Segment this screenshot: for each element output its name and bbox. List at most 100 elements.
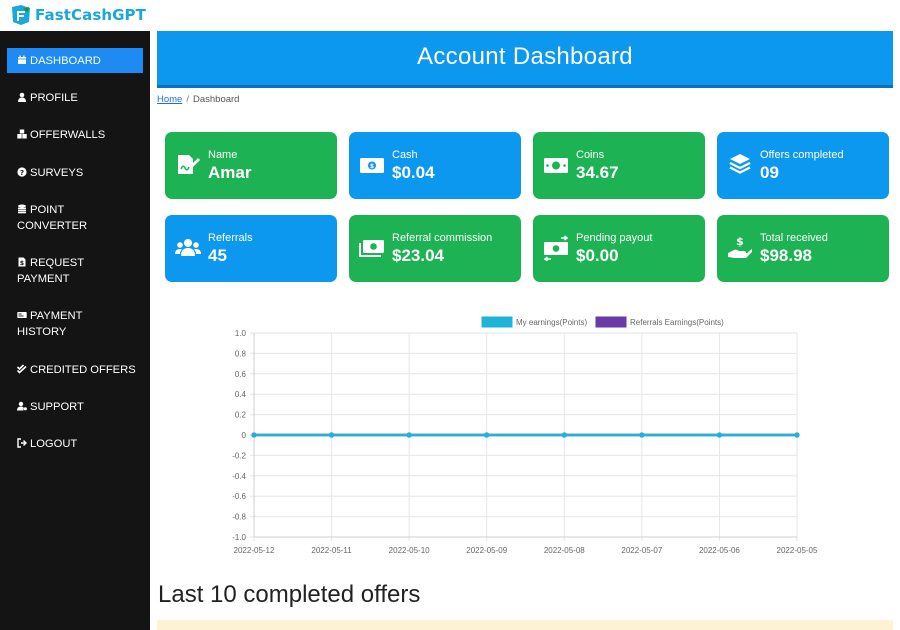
x-tick-label: 2022-05-08 xyxy=(544,546,585,555)
legend-label: My earnings(Points) xyxy=(516,318,587,327)
data-point xyxy=(639,432,645,438)
data-point xyxy=(561,432,567,438)
breadcrumb: Home / Dashboard xyxy=(157,94,239,105)
y-tick-label: 0.8 xyxy=(235,349,247,358)
logo-icon xyxy=(12,5,30,25)
sidebar-item-label-line2: CONVERTER xyxy=(17,220,88,232)
y-tick-label: 1.0 xyxy=(235,329,247,338)
calendar-icon xyxy=(17,53,29,69)
users-icon xyxy=(175,239,201,256)
stat-card-name: Name Amar xyxy=(165,132,337,199)
stat-card-cash: $ Cash $0.04 xyxy=(349,132,521,199)
y-tick-label: 0.2 xyxy=(235,411,247,420)
y-tick-label: 0.4 xyxy=(235,390,247,399)
card-value: 09 xyxy=(760,163,779,182)
sidebar-item-credited-offers[interactable]: CREDITED OFFERS xyxy=(7,362,143,378)
stat-card-coins: Coins 34.67 xyxy=(533,132,705,199)
card-value: 45 xyxy=(208,246,227,265)
sidebar-item-label: PROFILE xyxy=(30,92,78,104)
coins-icon xyxy=(17,202,29,218)
x-tick-label: 2022-05-10 xyxy=(389,546,430,555)
card-label: Name xyxy=(208,149,238,161)
breadcrumb-current: Dashboard xyxy=(192,94,240,105)
money-transfer-icon xyxy=(543,235,569,261)
x-tick-label: 2022-05-09 xyxy=(466,546,507,555)
y-tick-label: -0.2 xyxy=(232,451,246,460)
card-value: $0.04 xyxy=(392,163,435,182)
check-double-icon xyxy=(16,362,29,378)
x-tick-label: 2022-05-07 xyxy=(621,546,662,555)
sidebar-item-label-line2: PAYMENT xyxy=(17,273,70,285)
sidebar-item-label: REQUEST xyxy=(30,257,85,269)
y-tick-label: -1.0 xyxy=(232,533,246,542)
breadcrumb-separator: / xyxy=(186,94,189,105)
legend-swatch xyxy=(595,316,627,328)
x-tick-label: 2022-05-06 xyxy=(699,546,740,555)
signature-icon xyxy=(178,155,200,174)
stat-card-pending-payout: Pending payout $0.00 xyxy=(533,215,705,282)
card-label: Pending payout xyxy=(576,232,653,244)
sidebar-item-surveys[interactable]: ? SURVEYS xyxy=(7,165,143,181)
sidebar-item-label: CREDITED OFFERS xyxy=(30,364,136,376)
card-value: $23.04 xyxy=(392,246,444,265)
legend-swatch xyxy=(481,316,513,328)
main-content: Account Dashboard Home / Dashboard Name Am… xyxy=(150,31,900,630)
y-tick-label: 0.6 xyxy=(235,370,247,379)
sign-out-icon xyxy=(17,436,29,452)
data-point xyxy=(406,432,412,438)
sidebar-item-payment-history[interactable]: PAYMENT HISTORY xyxy=(7,308,143,340)
stat-card-offers-completed: Offers completed 09 xyxy=(717,132,889,199)
svg-text:?: ? xyxy=(20,169,24,177)
y-tick-label: -0.8 xyxy=(232,513,246,522)
breadcrumb-home-link[interactable]: Home xyxy=(157,94,182,105)
user-icon xyxy=(17,90,29,106)
legend-label: Referrals Earnings(Points) xyxy=(630,318,724,327)
data-point xyxy=(794,432,800,438)
data-point xyxy=(328,432,335,438)
money-bills-icon xyxy=(359,240,384,257)
y-tick-label: -0.4 xyxy=(232,472,246,481)
data-point xyxy=(716,432,723,438)
layers-icon xyxy=(729,154,751,174)
sidebar-item-dashboard[interactable]: DASHBOARD xyxy=(7,48,143,73)
sidebar-item-label: OFFERWALLS xyxy=(30,129,106,141)
y-tick-label: 0 xyxy=(242,431,247,440)
card-value: $0.00 xyxy=(576,246,619,265)
money-bill-icon xyxy=(544,158,568,173)
sidebar-item-logout[interactable]: LOGOUT xyxy=(7,436,143,452)
card-value: $98.98 xyxy=(760,246,812,265)
sidebar-item-request-payment[interactable]: $ REQUEST PAYMENT xyxy=(7,255,143,287)
sidebar-item-point-converter[interactable]: POINT CONVERTER xyxy=(7,202,143,234)
card-label: Referrals xyxy=(208,232,253,244)
earnings-chart: 1.0 0.8 0.6 0.4 0.2 0 -0.2 -0.4 -0.6 -0.8 -1.0 2022… xyxy=(220,311,840,566)
card-label: Total received xyxy=(760,232,828,244)
stat-card-total-received: $ Total received $98.98 xyxy=(717,215,889,282)
question-circle-icon: ? xyxy=(17,165,29,181)
hand-dollar-icon: $ xyxy=(728,235,752,258)
sidebar-item-label: POINT xyxy=(30,204,65,216)
sidebar-item-label: SUPPORT xyxy=(30,401,84,413)
sidebar: DASHBOARD PROFILE OFFERWALLS ? SURVEYS PO… xyxy=(0,31,150,630)
sidebar-item-offerwalls[interactable]: OFFERWALLS xyxy=(7,127,143,143)
sidebar-item-support[interactable]: SUPPORT xyxy=(7,399,143,415)
money-bill-icon: $ xyxy=(360,158,384,173)
cubes-icon xyxy=(17,127,29,143)
card-label: Coins xyxy=(576,149,605,161)
svg-text:$: $ xyxy=(370,163,374,170)
file-invoice-icon: $ xyxy=(17,255,29,271)
page-header: Account Dashboard xyxy=(157,31,893,88)
card-label: Offers completed xyxy=(760,149,844,161)
x-tick-label: 2022-05-11 xyxy=(311,546,352,555)
card-value: Amar xyxy=(208,163,252,182)
x-tick-label: 2022-05-12 xyxy=(234,546,275,555)
brand-logo[interactable]: FastCashGPT xyxy=(9,3,146,27)
completed-offers-heading: Last 10 completed offers xyxy=(158,581,421,608)
y-tick-label: -0.6 xyxy=(232,492,246,501)
card-label: Referral commission xyxy=(392,232,493,244)
sidebar-item-label: LOGOUT xyxy=(30,438,78,450)
card-label: Cash xyxy=(392,149,418,161)
stat-card-referral-commission: Referral commission $23.04 xyxy=(349,215,521,282)
sidebar-item-profile[interactable]: PROFILE xyxy=(7,90,143,106)
sidebar-item-label-line2: HISTORY xyxy=(17,326,67,338)
stat-card-referrals: Referrals 45 xyxy=(165,215,337,282)
